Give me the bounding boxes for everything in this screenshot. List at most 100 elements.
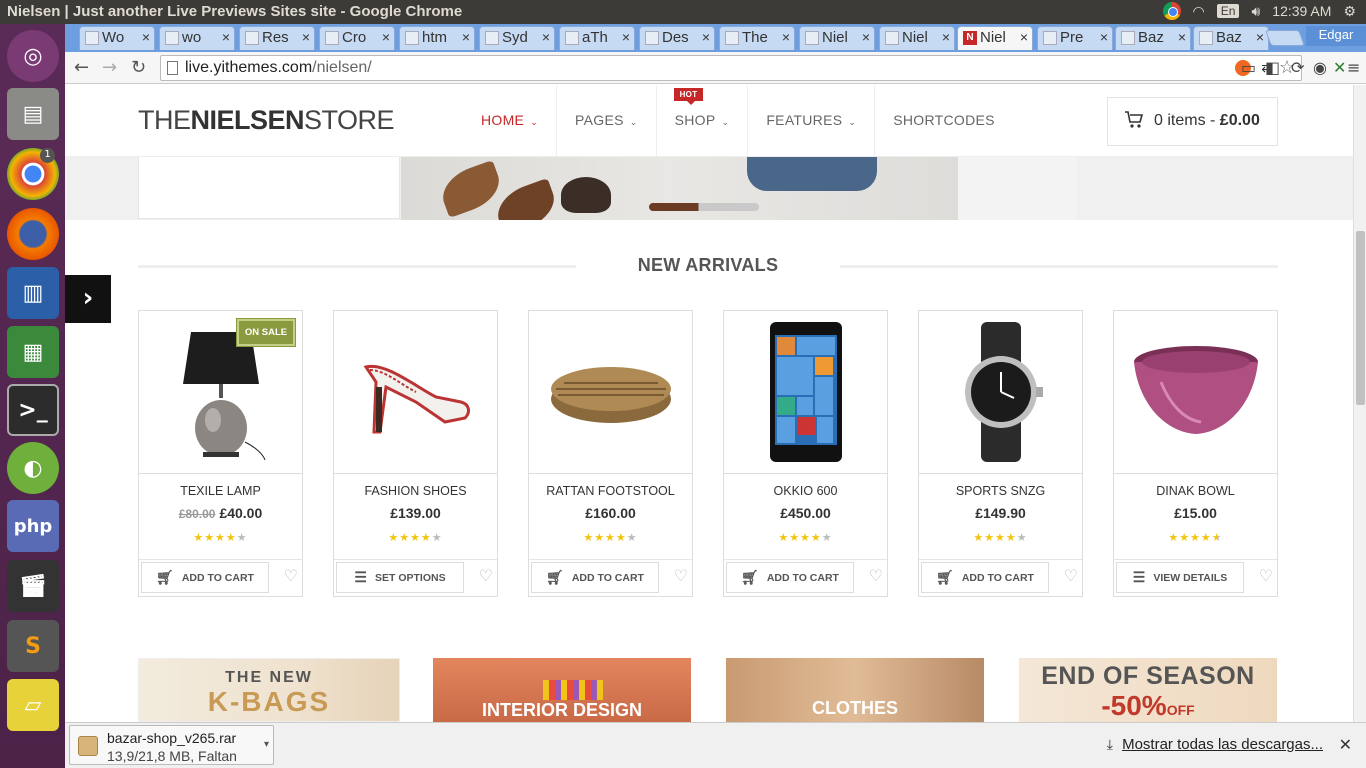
screen-capture-icon[interactable]: ◧ (1265, 58, 1280, 77)
mini-cart[interactable]: 0 items - £0.00 (1107, 97, 1278, 146)
scrollbar-thumb[interactable] (1356, 231, 1365, 405)
close-tab-icon[interactable]: × (622, 29, 630, 45)
promo-kbags[interactable]: THE NEW K-BAGS (138, 658, 400, 722)
record-icon[interactable]: ◉ (1313, 58, 1327, 77)
product-image[interactable] (919, 311, 1082, 474)
close-tab-icon[interactable]: × (1256, 29, 1264, 45)
site-logo[interactable]: THENIELSENSTORE (138, 105, 395, 136)
close-tab-icon[interactable]: × (1178, 29, 1186, 45)
product-image[interactable] (1114, 311, 1277, 474)
tab-14[interactable]: Baz × (1193, 26, 1269, 50)
view-details-button[interactable]: ☰ VIEW DETAILS (1116, 562, 1244, 593)
download-item[interactable]: bazar-shop_v265.rar 13,9/21,8 MB, Faltan… (69, 725, 274, 765)
close-tab-icon[interactable]: × (942, 29, 950, 45)
wishlist-heart-icon[interactable]: ♡ (1064, 566, 1078, 585)
nav-shop[interactable]: HOT SHOP ⌄ (657, 85, 749, 157)
side-panel-toggle[interactable]: › (65, 275, 111, 323)
close-tab-icon[interactable]: × (862, 29, 870, 45)
product-name[interactable]: RATTAN FOOTSTOOL (529, 484, 692, 498)
firefox-icon[interactable] (7, 208, 59, 260)
wishlist-heart-icon[interactable]: ♡ (869, 566, 883, 585)
tab-3[interactable]: Cro × (319, 26, 395, 50)
close-tab-icon[interactable]: × (142, 29, 150, 45)
cast-icon[interactable]: ▭ (1241, 58, 1256, 77)
product-name[interactable]: SPORTS SNZG (919, 484, 1082, 498)
files-icon[interactable]: ▤ (7, 88, 59, 140)
tab-13[interactable]: Baz × (1115, 26, 1191, 50)
tab-6[interactable]: aTh × (559, 26, 635, 50)
tab-8[interactable]: The × (719, 26, 795, 50)
terminal-icon[interactable]: >_ (7, 384, 59, 436)
tab-7[interactable]: Des × (639, 26, 715, 50)
wishlist-heart-icon[interactable]: ♡ (284, 566, 298, 585)
extension-x-icon[interactable]: ✕ (1333, 58, 1346, 77)
product-image[interactable] (529, 311, 692, 474)
show-all-downloads-link[interactable]: Mostrar todas las descargas... (1122, 736, 1323, 753)
address-bar[interactable]: live.yithemes.com/nielsen/ ⇄ ☆ (160, 55, 1302, 81)
clock[interactable]: 12:39 AM (1272, 3, 1331, 19)
close-tab-icon[interactable]: × (542, 29, 550, 45)
tab-0[interactable]: Wo × (79, 26, 155, 50)
add-to-cart-button[interactable]: 🛒︎ ADD TO CART (141, 562, 269, 593)
promo-clothes[interactable]: CLOTHES (726, 658, 984, 722)
tab-4[interactable]: htm × (399, 26, 475, 50)
page-info-icon[interactable] (167, 61, 178, 75)
product-image[interactable] (334, 311, 497, 474)
product-name[interactable]: DINAK BOWL (1114, 484, 1277, 498)
product-name[interactable]: TEXILE LAMP (139, 484, 302, 498)
close-tab-icon[interactable]: × (782, 29, 790, 45)
nav-features[interactable]: FEATURES ⌄ (748, 85, 876, 157)
reload-icon[interactable]: ↻ (131, 57, 146, 78)
product-card-1[interactable]: FASHION SHOES £139.00 ★★★★★ ☰ SET OPTIONS… (333, 310, 498, 597)
calc-icon[interactable]: ▦ (7, 326, 59, 378)
product-card-3[interactable]: OKKIO 600 £450.00 ★★★★★ 🛒︎ ADD TO CART ♡ (723, 310, 888, 597)
wifi-icon[interactable]: ◠ (1193, 3, 1205, 20)
tab-2[interactable]: Res × (239, 26, 315, 50)
phpstorm-icon[interactable]: php (7, 500, 59, 552)
menu-icon[interactable]: ≡ (1347, 58, 1360, 77)
product-image[interactable] (724, 311, 887, 474)
promo-interior-design[interactable]: INTERIOR DESIGN (433, 658, 691, 722)
nav-pages[interactable]: PAGES ⌄ (557, 85, 657, 157)
sync-icon[interactable]: ⟳ (1291, 58, 1304, 77)
tab-12[interactable]: Pre × (1037, 26, 1113, 50)
wishlist-heart-icon[interactable]: ♡ (674, 566, 688, 585)
close-tab-icon[interactable]: × (382, 29, 390, 45)
nav-shortcodes[interactable]: SHORTCODES (875, 85, 1013, 157)
sublime-icon[interactable]: S (7, 620, 59, 672)
nav-home[interactable]: HOME ⌄ (463, 85, 558, 157)
profile-button[interactable]: Edgar (1306, 26, 1366, 46)
close-icon[interactable]: ✕ (1339, 735, 1352, 754)
product-card-4[interactable]: SPORTS SNZG £149.90 ★★★★★ 🛒︎ ADD TO CART … (918, 310, 1083, 597)
chevron-down-icon[interactable]: ▾ (264, 736, 269, 754)
wishlist-heart-icon[interactable]: ♡ (1259, 566, 1273, 585)
tab-11-active[interactable]: N Niel × (957, 26, 1033, 50)
sticky-notes-icon[interactable]: ▱ (7, 679, 59, 731)
forward-arrow-icon[interactable]: → (102, 57, 117, 78)
keyboard-layout[interactable]: En (1216, 4, 1240, 18)
tab-9[interactable]: Niel × (799, 26, 875, 50)
writer-icon[interactable]: ▥ (7, 267, 59, 319)
add-to-cart-button[interactable]: 🛒︎ ADD TO CART (531, 562, 659, 593)
close-tab-icon[interactable]: × (302, 29, 310, 45)
page-scrollbar[interactable] (1353, 85, 1366, 722)
product-card-0[interactable]: ON SALE TEXILE LAMP £80.00 £40.00 ★★★★★ 🛒… (138, 310, 303, 597)
product-card-2[interactable]: RATTAN FOOTSTOOL £160.00 ★★★★★ 🛒︎ ADD TO … (528, 310, 693, 597)
tab-10[interactable]: Niel × (879, 26, 955, 50)
close-tab-icon[interactable]: × (222, 29, 230, 45)
tab-5[interactable]: Syd × (479, 26, 555, 50)
product-name[interactable]: OKKIO 600 (724, 484, 887, 498)
app-icon-green[interactable]: ◐ (7, 442, 59, 494)
ubuntu-dash-icon[interactable]: ◎ (7, 30, 59, 82)
close-tab-icon[interactable]: × (462, 29, 470, 45)
video-editor-icon[interactable]: 🎬︎ (7, 560, 59, 612)
add-to-cart-button[interactable]: 🛒︎ ADD TO CART (726, 562, 854, 593)
close-tab-icon[interactable]: × (1020, 29, 1028, 45)
settings-gear-icon[interactable]: ⚙ (1343, 3, 1356, 20)
volume-icon[interactable]: 🔊︎ (1251, 3, 1260, 20)
new-tab-button[interactable] (1265, 30, 1305, 46)
set-options-button[interactable]: ☰ SET OPTIONS (336, 562, 464, 593)
tab-1[interactable]: wo × (159, 26, 235, 50)
product-name[interactable]: FASHION SHOES (334, 484, 497, 498)
back-arrow-icon[interactable]: ← (74, 57, 89, 78)
